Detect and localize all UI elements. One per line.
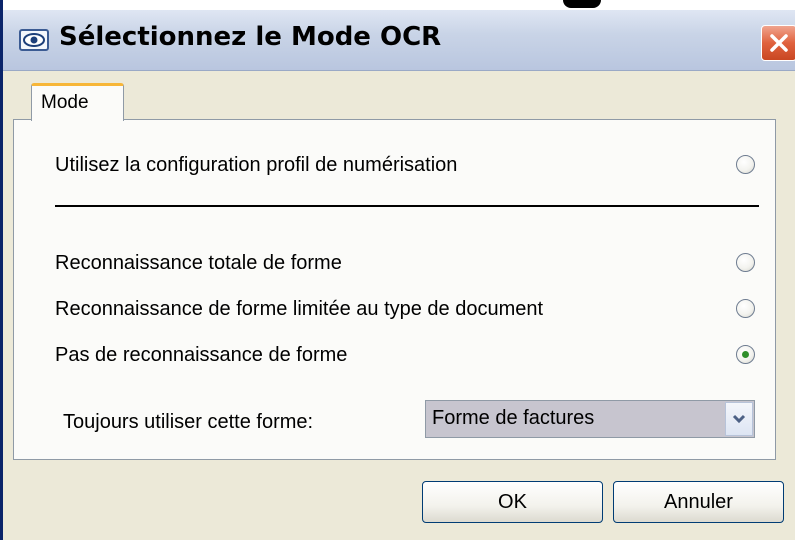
form-select-dropdown[interactable]: Forme de factures — [425, 400, 755, 438]
options-separator — [55, 205, 759, 207]
close-button[interactable] — [761, 25, 795, 61]
limited-recognition-label: Reconnaissance de forme limitée au type … — [55, 298, 544, 320]
radio-selected-dot — [742, 351, 749, 358]
close-icon — [770, 34, 788, 52]
cancel-button[interactable]: Annuler — [613, 481, 784, 523]
no-recognition-radio[interactable] — [736, 345, 755, 364]
eye-scanner-icon — [19, 29, 49, 51]
ok-button[interactable]: OK — [422, 481, 603, 523]
title-bar[interactable]: Sélectionnez le Mode OCR — [3, 10, 795, 71]
form-select-label: Toujours utiliser cette forme: — [63, 411, 314, 433]
chevron-down-icon — [732, 414, 746, 424]
profile-config-radio[interactable] — [736, 155, 755, 174]
dialog-title: Sélectionnez le Mode OCR — [59, 22, 442, 52]
full-recognition-label: Reconnaissance totale de forme — [55, 252, 342, 274]
form-select-arrow-button[interactable] — [725, 402, 753, 436]
no-recognition-label: Pas de reconnaissance de forme — [55, 344, 348, 366]
profile-config-label: Utilisez la configuration profil de numé… — [55, 154, 458, 176]
limited-recognition-radio[interactable] — [736, 299, 755, 318]
tab-mode-label: Mode — [41, 92, 89, 113]
form-select-value: Forme de factures — [432, 407, 595, 429]
ocr-mode-dialog: Sélectionnez le Mode OCR Mode Utilisez l… — [0, 0, 795, 540]
tab-mode[interactable]: Mode — [31, 83, 124, 121]
full-recognition-radio[interactable] — [736, 253, 755, 272]
background-fragment — [563, 0, 601, 8]
